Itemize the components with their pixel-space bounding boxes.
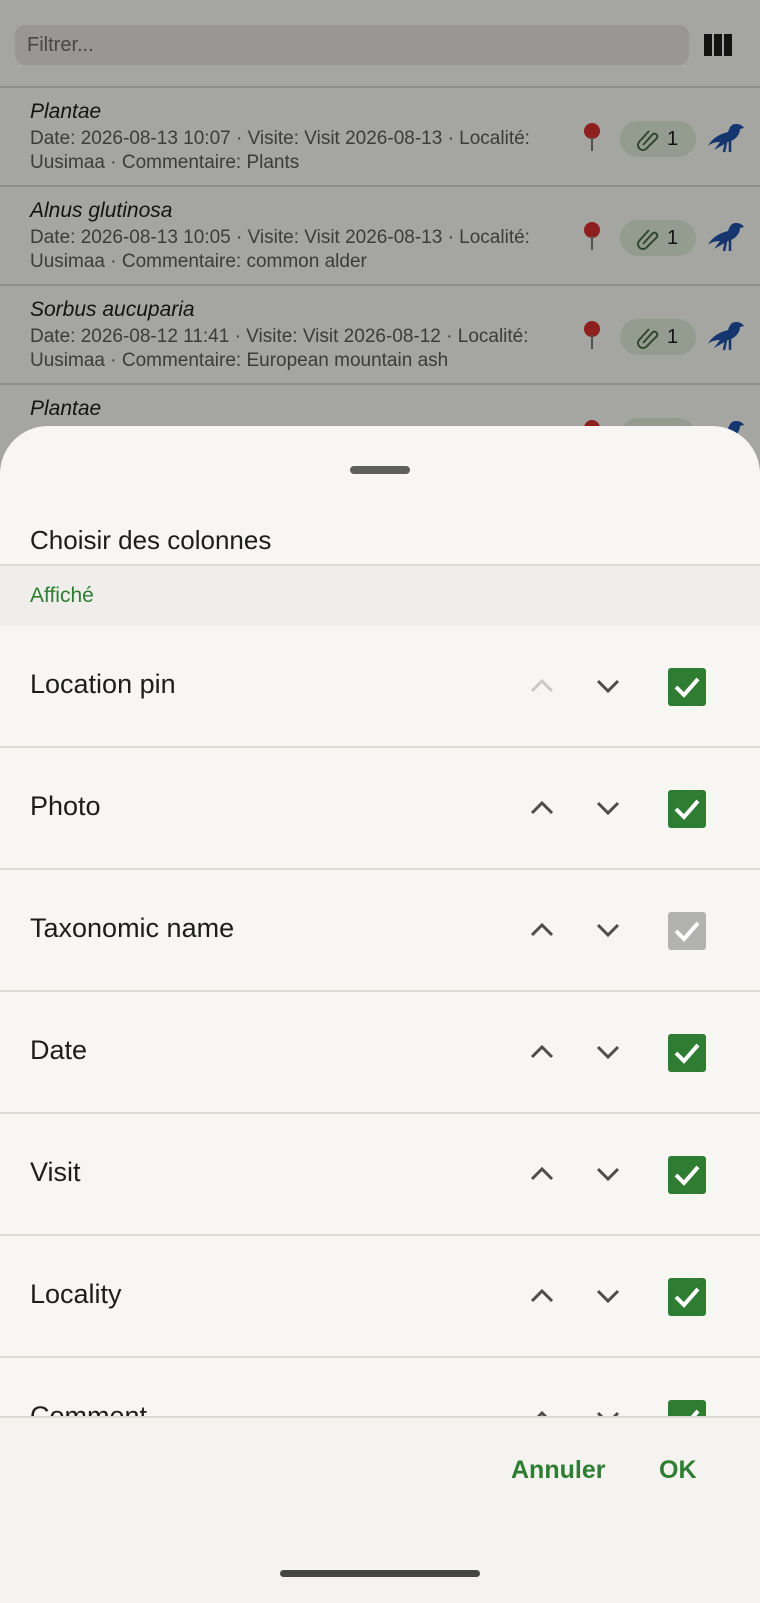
check-icon	[674, 799, 700, 820]
ok-button[interactable]: OK	[659, 1456, 697, 1485]
column-row-location-pin[interactable]: Location pin	[0, 626, 760, 748]
column-checkbox-disabled	[668, 912, 706, 950]
choose-columns-sheet: Choisir des colonnes Affiché Location pi…	[0, 426, 760, 1603]
cancel-button[interactable]: Annuler	[511, 1456, 605, 1485]
chevron-up-icon[interactable]	[526, 792, 558, 824]
home-indicator[interactable]	[280, 1570, 480, 1577]
column-row-visit[interactable]: Visit	[0, 1114, 760, 1236]
check-icon	[674, 677, 700, 698]
chevron-down-icon[interactable]	[592, 1158, 624, 1190]
column-checkbox[interactable]	[668, 1156, 706, 1194]
column-label: Photo	[30, 791, 101, 821]
check-icon	[674, 1165, 700, 1186]
chevron-down-icon[interactable]	[592, 1036, 624, 1068]
section-label: Affiché	[30, 584, 94, 607]
chevron-up-icon	[530, 678, 554, 693]
chevron-up-icon[interactable]	[526, 1158, 558, 1190]
chevron-down-icon[interactable]	[592, 914, 624, 946]
column-label: Taxonomic name	[30, 913, 235, 943]
chevron-down-icon[interactable]	[592, 792, 624, 824]
column-checkbox[interactable]	[668, 668, 706, 706]
chevron-down-icon[interactable]	[592, 670, 624, 702]
chevron-up-icon[interactable]	[526, 914, 558, 946]
dialog-actions: Annuler OK	[0, 1416, 760, 1603]
column-label: Locality	[30, 1279, 122, 1309]
column-row-taxonomic-name[interactable]: Taxonomic name	[0, 870, 760, 992]
column-label: Location pin	[30, 669, 176, 699]
check-icon	[674, 921, 700, 942]
chevron-down-icon[interactable]	[592, 1280, 624, 1312]
sheet-title: Choisir des colonnes	[30, 525, 272, 555]
chevron-up-icon[interactable]	[526, 1280, 558, 1312]
check-icon	[674, 1287, 700, 1308]
drag-handle[interactable]	[350, 466, 410, 474]
column-checkbox[interactable]	[668, 1034, 706, 1072]
column-row-photo[interactable]: Photo	[0, 748, 760, 870]
column-row-date[interactable]: Date	[0, 992, 760, 1114]
column-checkbox[interactable]	[668, 790, 706, 828]
column-checkbox[interactable]	[668, 1278, 706, 1316]
chevron-up-icon[interactable]	[526, 1036, 558, 1068]
check-icon	[674, 1043, 700, 1064]
column-label: Visit	[30, 1157, 81, 1187]
section-header-shown: Affiché	[0, 564, 760, 628]
column-label: Date	[30, 1035, 88, 1065]
column-row-locality[interactable]: Locality	[0, 1236, 760, 1358]
